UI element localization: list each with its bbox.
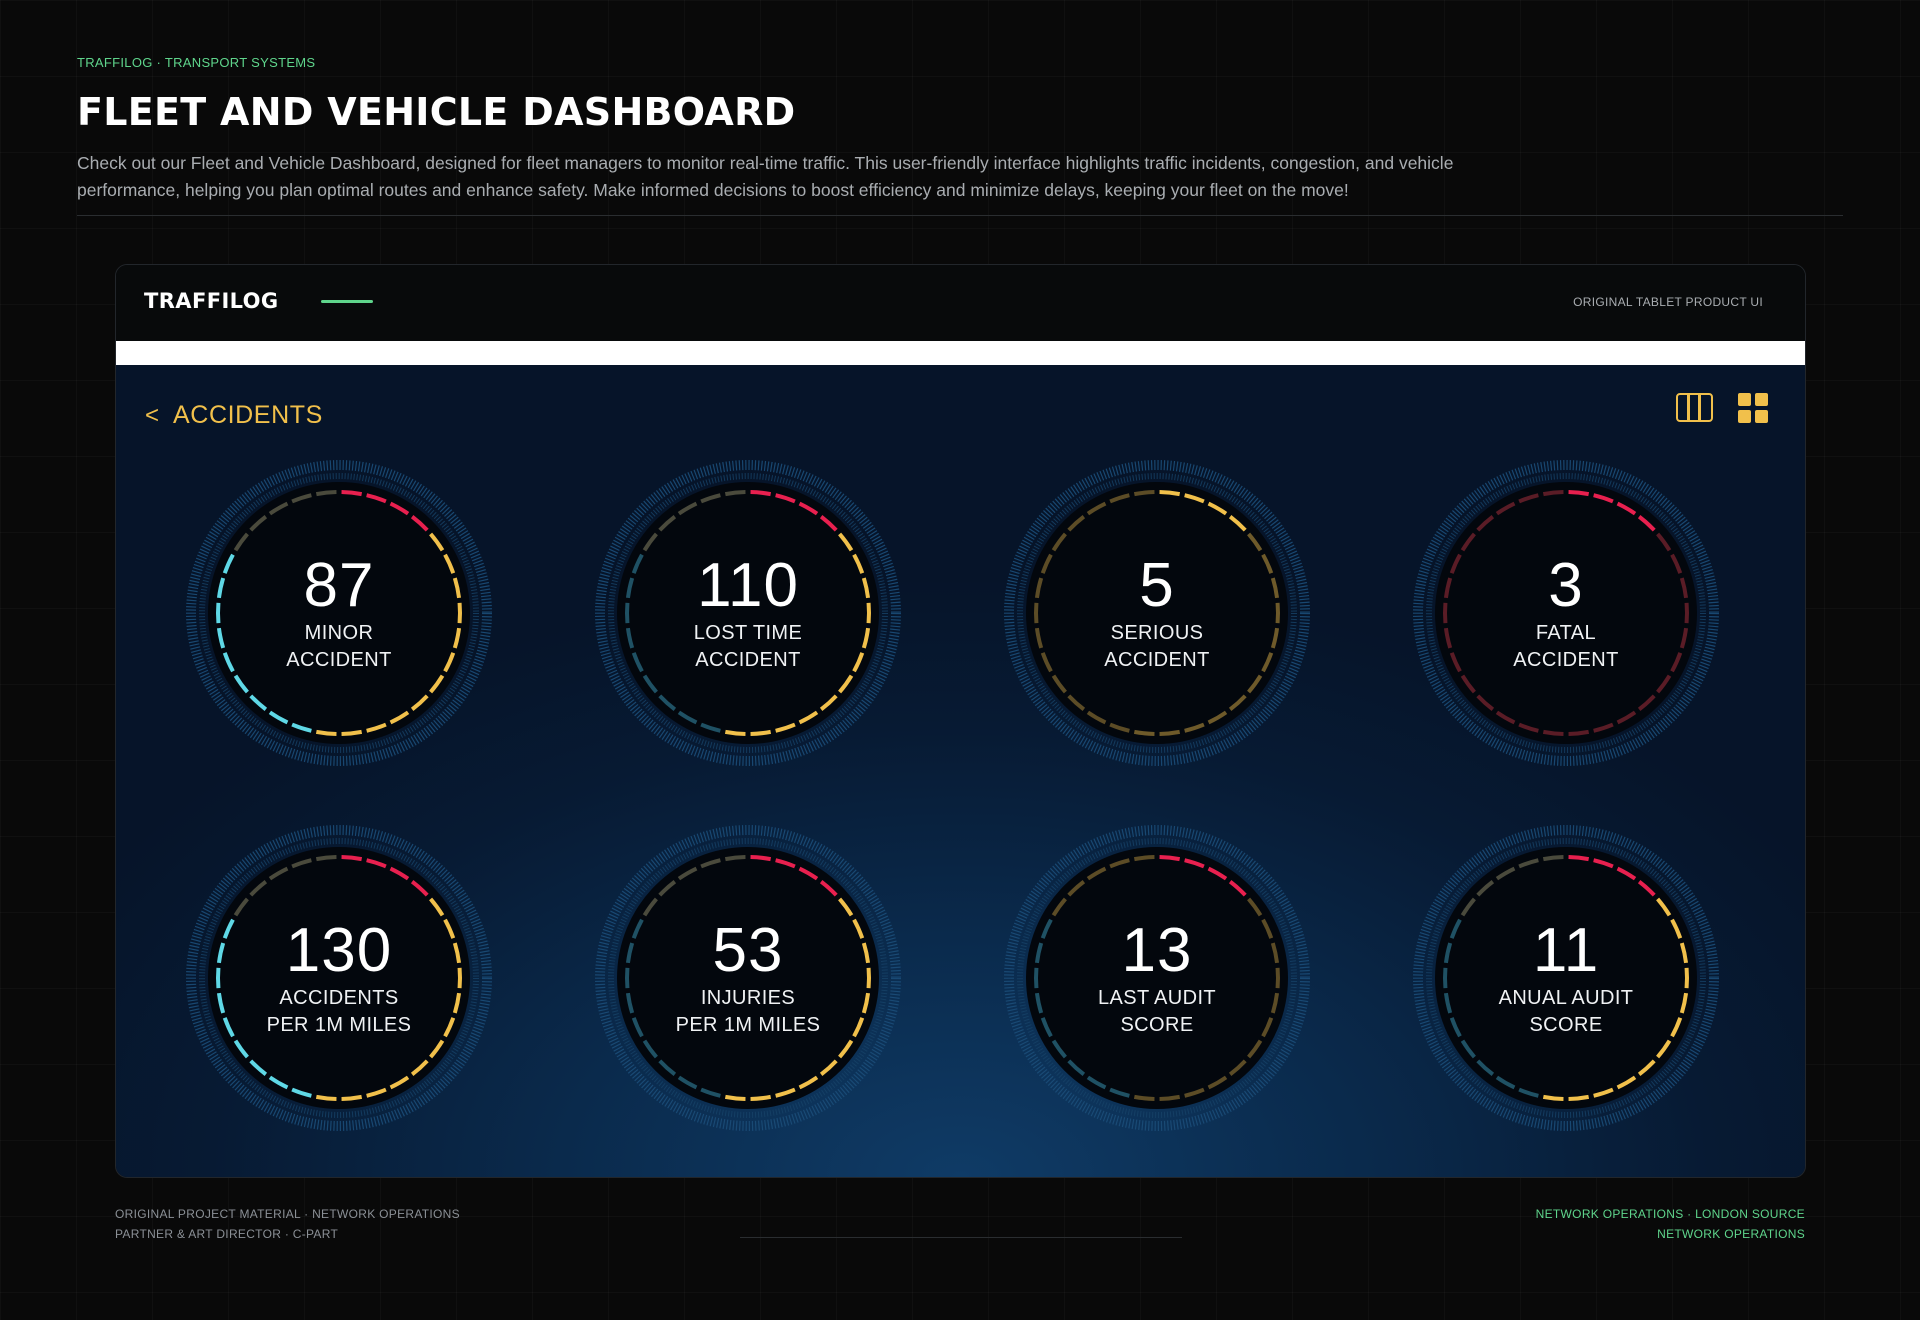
gauge-label-line1: ANUAL AUDIT — [1498, 987, 1634, 1009]
footer-source: NETWORK OPERATIONS · LONDON SOURCE NETWO… — [1536, 1204, 1805, 1244]
gauge-value: 13 — [1121, 916, 1193, 985]
gauge-minor-accident[interactable]: 87 MINOR ACCIDENT — [185, 459, 493, 767]
gauge-label-line2: PER 1M MILES — [675, 1014, 821, 1036]
gauge-label-line1: INJURIES — [700, 987, 796, 1009]
gauge-lost-time-accident[interactable]: 110 LOST TIME ACCIDENT — [594, 459, 902, 767]
screen-title: ACCIDENTS — [173, 401, 323, 429]
gauge-serious-accident[interactable]: 5 SERIOUS ACCIDENT — [1003, 459, 1311, 767]
accidents-screen: < ACCIDENTS 87 MINOR ACCIDENT 110 LOST T… — [116, 365, 1805, 1177]
gauge-label-line1: LOST TIME — [693, 622, 803, 644]
gauge-value: 87 — [303, 551, 375, 620]
gauge-value: 130 — [285, 916, 393, 985]
page-description: Check out our Fleet and Vehicle Dashboar… — [77, 153, 1454, 200]
brand-accent-dash — [321, 300, 373, 303]
gauge-value: 53 — [712, 916, 784, 985]
gauge-label-line1: SERIOUS — [1110, 622, 1204, 644]
gauge-label-line1: MINOR — [304, 622, 374, 644]
footer-divider — [740, 1237, 1182, 1238]
brand-logo: TRAFFILOG — [144, 289, 279, 313]
gauge-value: 5 — [1139, 551, 1175, 620]
frame-tag: ORIGINAL TABLET PRODUCT UI — [1573, 295, 1763, 309]
back-button[interactable]: < ACCIDENTS — [145, 401, 323, 430]
gauge-label-line2: ACCIDENT — [286, 649, 392, 671]
frame-top-bar: TRAFFILOG ORIGINAL TABLET PRODUCT UI — [116, 265, 1805, 341]
footer-credits: ORIGINAL PROJECT MATERIAL · NETWORK OPER… — [115, 1204, 460, 1244]
chevron-left-icon: < — [145, 401, 160, 429]
page-title: FLEET AND VEHICLE DASHBOARD — [77, 90, 796, 134]
gauge-label-line2: PER 1M MILES — [266, 1014, 412, 1036]
gauge-fatal-accident[interactable]: 3 FATAL ACCIDENT — [1412, 459, 1720, 767]
gauge-label-line1: LAST AUDIT — [1097, 987, 1217, 1009]
tablet-frame: TRAFFILOG ORIGINAL TABLET PRODUCT UI < A… — [115, 264, 1806, 1178]
gauge-label-line1: ACCIDENTS — [279, 987, 399, 1009]
header-divider — [77, 215, 1843, 216]
gauge-label-line2: SCORE — [1529, 1014, 1603, 1036]
gauge-value: 110 — [697, 551, 799, 620]
gauge-label-line2: ACCIDENT — [1104, 649, 1210, 671]
footer-left-line1: ORIGINAL PROJECT MATERIAL · NETWORK OPER… — [115, 1207, 460, 1221]
columns-view-icon[interactable] — [1676, 393, 1713, 422]
gauge-label-line1: FATAL — [1535, 622, 1597, 644]
page-eyebrow: TRAFFILOG · TRANSPORT SYSTEMS — [77, 55, 316, 70]
gauge-label-line2: SCORE — [1120, 1014, 1194, 1036]
gauge-label-line2: ACCIDENT — [1513, 649, 1619, 671]
gauge-value: 3 — [1548, 551, 1584, 620]
gauge-value: 11 — [1532, 916, 1600, 985]
grid-view-icon[interactable] — [1738, 393, 1768, 423]
gauge-annual-audit-score[interactable]: 11 ANUAL AUDIT SCORE — [1412, 824, 1720, 1132]
status-strip — [116, 341, 1805, 365]
gauge-accidents-per-1m-miles[interactable]: 130 ACCIDENTS PER 1M MILES — [185, 824, 493, 1132]
gauge-injuries-per-1m-miles[interactable]: 53 INJURIES PER 1M MILES — [594, 824, 902, 1132]
footer-left-line2: PARTNER & ART DIRECTOR · C-PART — [115, 1227, 339, 1241]
footer-right-line1: NETWORK OPERATIONS · LONDON SOURCE — [1535, 1207, 1805, 1221]
gauge-last-audit-score[interactable]: 13 LAST AUDIT SCORE — [1003, 824, 1311, 1132]
gauge-label-line2: ACCIDENT — [695, 649, 801, 671]
footer-right-line2: NETWORK OPERATIONS — [1657, 1227, 1805, 1241]
